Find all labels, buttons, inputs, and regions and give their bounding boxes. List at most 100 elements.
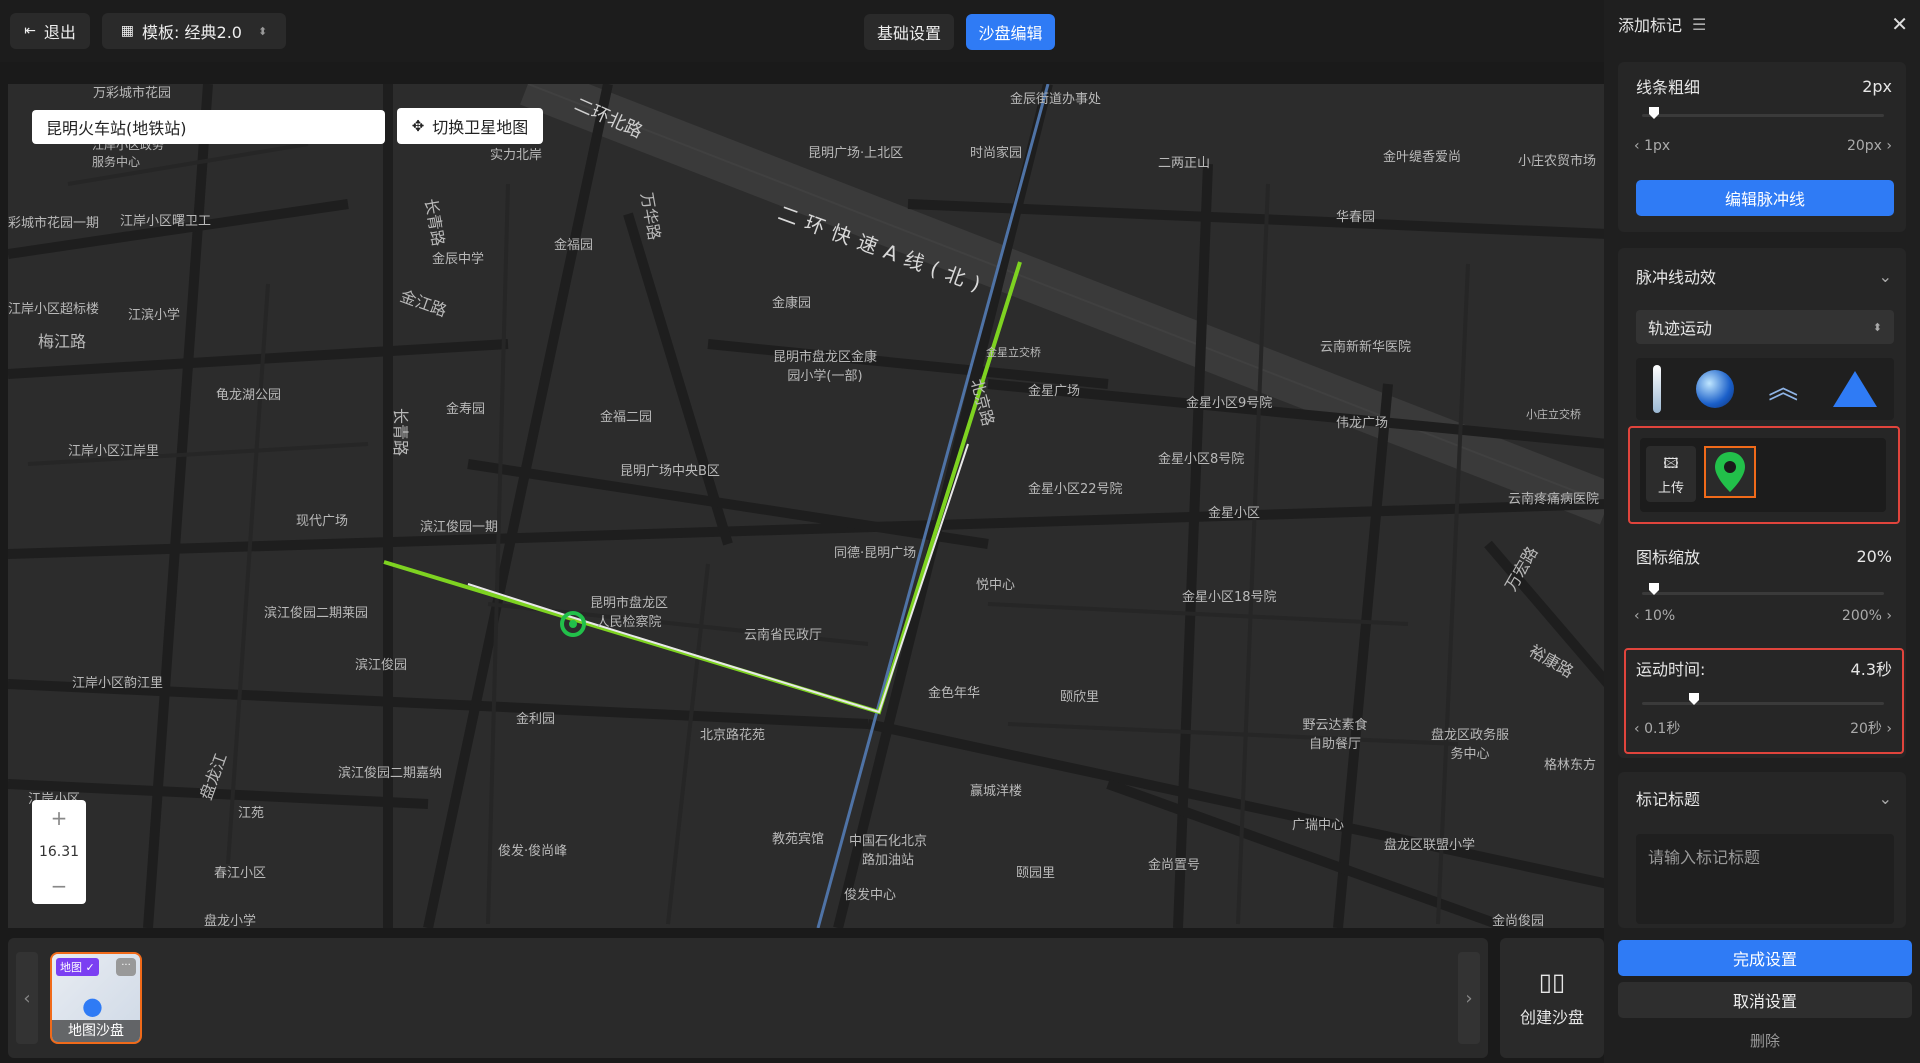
template-icon: ▦: [120, 23, 135, 39]
zoom-out-button[interactable]: −: [51, 874, 68, 898]
marker-title-placeholder: 请输入标记标题: [1648, 848, 1761, 867]
map-label: 昆明广场·上北区: [808, 146, 904, 161]
map-label: 金星立交桥: [986, 346, 1041, 359]
icon-scale-value: 20%: [1856, 546, 1892, 566]
map-label: 滨江俊园: [355, 658, 408, 673]
map-label: 小庄农贸市场: [1518, 154, 1597, 169]
map-label: 俊发·俊尚峰: [498, 844, 568, 859]
motion-type-select[interactable]: 轨迹运动 ⬍: [1636, 310, 1894, 344]
map-label: 金星小区9号院: [1186, 396, 1273, 411]
pin-icon: ●: [82, 992, 103, 1020]
thumb-badge-label: 地图: [60, 961, 82, 974]
tab-sandbox-label: 沙盘编辑: [978, 24, 1043, 43]
map-label: 北京路花苑: [700, 728, 766, 743]
upload-button[interactable]: 🖾 上传: [1646, 446, 1696, 502]
map-label: 昆明广场中央B区: [620, 464, 720, 479]
map-pin-icon[interactable]: [1704, 446, 1756, 498]
map-canvas[interactable]: 万彩城市花园 江岸小区政务服务中心 实力北岸 金辰街道办事处 二环北路 昆明广场…: [8, 84, 1608, 928]
tab-basic-settings[interactable]: 基础设置: [864, 14, 954, 50]
map-label: 盘龙小学: [204, 914, 257, 928]
template-select[interactable]: ▦ 模板: 经典2.0 ⬍: [102, 13, 286, 49]
map-label: 金寿园: [446, 402, 486, 417]
map-label: 昆明市盘龙区人民检察院: [589, 596, 668, 630]
map-label: 春江小区: [214, 866, 267, 881]
edit-pulse-button[interactable]: 编辑脉冲线: [1636, 180, 1894, 216]
map-label: 金星小区: [1208, 506, 1261, 521]
map-label: 梅江路: [38, 332, 87, 351]
delete-button[interactable]: 删除: [1618, 1028, 1912, 1052]
map-label: 昆明市盘龙区金康园小学(一部): [772, 350, 877, 384]
done-settings-button[interactable]: 完成设置: [1618, 940, 1912, 976]
sort-icon: ⬍: [1872, 320, 1882, 334]
icon-options: ︽: [1636, 358, 1894, 420]
map-label: 云南疼痛病医院: [1508, 492, 1600, 507]
map-label: 悦中心: [976, 578, 1016, 593]
create-sandbox-button[interactable]: ▯▯ 创建沙盘: [1500, 938, 1604, 1058]
motion-time-slider[interactable]: [1642, 702, 1884, 705]
search-value: 昆明火车站(地铁站): [46, 119, 187, 138]
top-bar: ⇤ 退出 ▦ 模板: 经典2.0 ⬍ 基础设置 沙盘编辑: [0, 0, 1604, 62]
upload-label: 上传: [1657, 480, 1684, 496]
map-label: 江岸小区韵江里: [72, 676, 164, 691]
map-label: 金辰中学: [432, 252, 485, 267]
exit-button[interactable]: ⇤ 退出: [10, 13, 90, 49]
strip-prev-button[interactable]: ‹: [16, 952, 38, 1044]
motion-select-value: 轨迹运动: [1648, 319, 1713, 338]
zoom-control: + 16.31 −: [32, 800, 86, 904]
map-label: 颐欣里: [1060, 690, 1100, 705]
marker-title-input[interactable]: 请输入标记标题: [1636, 834, 1894, 924]
tab-sandbox-edit[interactable]: 沙盘编辑: [966, 14, 1055, 50]
map-label: 颐园里: [1016, 866, 1056, 881]
map-label: 滨江俊园二期嘉纳: [338, 766, 443, 781]
tab-basic-label: 基础设置: [876, 24, 941, 43]
map-label: 教苑宾馆: [772, 832, 825, 847]
chevron-down-icon[interactable]: ⌄: [1879, 789, 1892, 808]
motion-time-value: 4.3秒: [1850, 660, 1892, 679]
zoom-level: 16.31: [38, 844, 80, 860]
create-sandbox-label: 创建沙盘: [1519, 1008, 1584, 1027]
zoom-in-button[interactable]: +: [51, 806, 68, 830]
rocket-icon[interactable]: [1653, 365, 1662, 413]
icon-scale-slider[interactable]: [1642, 592, 1884, 595]
sandbox-strip: ‹ 地图 ✓ ··· ● 地图沙盘 ›: [8, 938, 1488, 1058]
icon-scale-label: 图标缩放: [1636, 548, 1701, 567]
map-label: 金星广场: [1028, 384, 1081, 399]
icon-scale-thumb[interactable]: [1648, 582, 1660, 596]
line-width-thumb[interactable]: [1648, 106, 1660, 120]
map-label: 实力北岸: [490, 148, 543, 163]
double-chevron-up-icon[interactable]: ︽: [1768, 374, 1798, 404]
location-search-input[interactable]: 昆明火车站(地铁站): [32, 110, 385, 144]
map-label: 金福园: [554, 238, 594, 253]
map-label: 江岸小区江岸里: [68, 444, 160, 459]
motion-time-thumb[interactable]: [1688, 692, 1700, 706]
thumb-label: 地图沙盘: [68, 1023, 124, 1039]
edit-pulse-label: 编辑脉冲线: [1724, 190, 1805, 209]
map-label: 金色年华: [928, 686, 981, 701]
chevron-down-icon[interactable]: ⌄: [1879, 267, 1892, 286]
map-label: 滨江俊园二期莱园: [264, 606, 369, 621]
map-label: 长青路: [391, 407, 411, 457]
cancel-settings-button[interactable]: 取消设置: [1618, 982, 1912, 1018]
more-icon[interactable]: ···: [116, 958, 136, 976]
pulse-effect-card: 脉冲线动效 ⌄ 轨迹运动 ⬍ ︽ 🖾 上传 图标缩放 20% ‹ 10% 200…: [1618, 248, 1906, 758]
map-label: 云南新新华医院: [1320, 340, 1412, 355]
pyramid-icon[interactable]: [1832, 371, 1877, 407]
map-label: 俊发中心: [844, 888, 897, 903]
map-label: 小庄立交桥: [1526, 408, 1581, 421]
map-label: 金星小区22号院: [1028, 482, 1123, 497]
map-label: 江苑: [238, 806, 265, 821]
switch-satellite-button[interactable]: ✥ 切换卫星地图: [397, 108, 543, 144]
sphere-icon[interactable]: [1695, 370, 1734, 408]
line-width-value: 2px: [1862, 76, 1892, 96]
line-width-slider[interactable]: [1642, 114, 1884, 117]
map-label: 江岸小区曙卫工: [120, 214, 212, 229]
cancel-label: 取消设置: [1732, 992, 1797, 1011]
close-icon[interactable]: ✕: [1891, 12, 1908, 36]
panel-title: 添加标记: [1618, 16, 1683, 35]
map-label: 金利园: [516, 712, 556, 727]
strip-next-button[interactable]: ›: [1458, 952, 1480, 1044]
sandbox-thumbnail[interactable]: 地图 ✓ ··· ● 地图沙盘: [50, 952, 142, 1044]
map-label: 金星小区18号院: [1182, 590, 1277, 605]
list-icon[interactable]: ☰: [1692, 15, 1706, 34]
map-label: 金星小区8号院: [1158, 452, 1245, 467]
